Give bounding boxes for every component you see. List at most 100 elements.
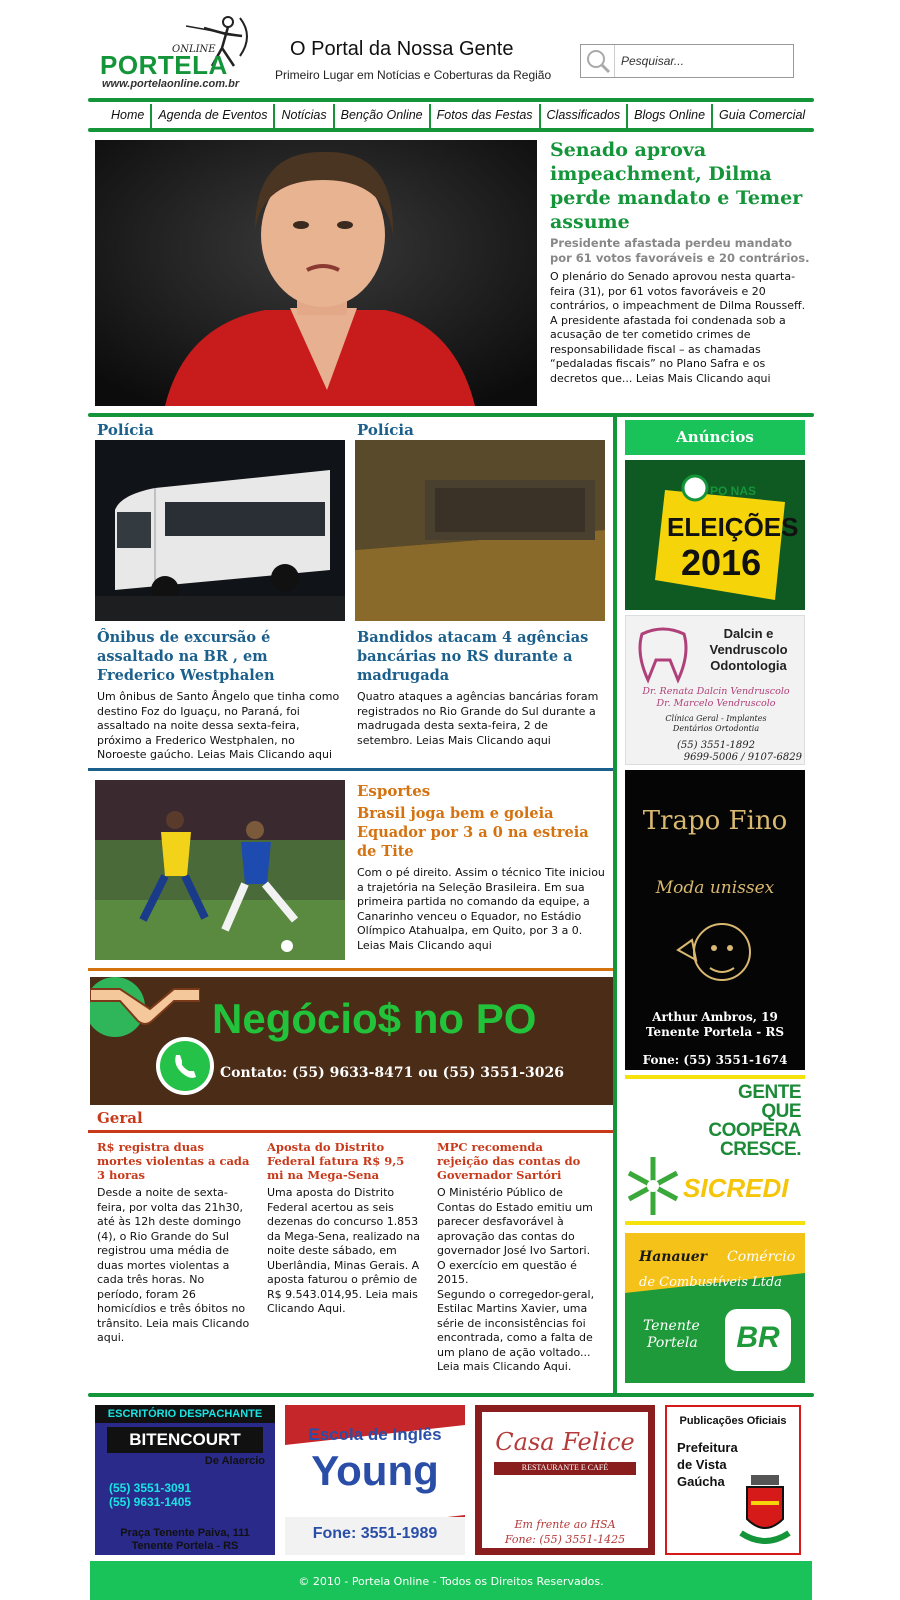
ad-trapo-tagline: Moda unissex xyxy=(655,878,775,898)
ad-trapo-fino[interactable]: Trapo Fino Moda unissex Arthur Ambros, 1… xyxy=(625,770,805,1070)
geral-3-title[interactable]: MPC recomenda rejeição das contas do Gov… xyxy=(437,1140,592,1182)
hero-body[interactable]: O plenário do Senado aprovou nesta quart… xyxy=(550,270,810,386)
search-box xyxy=(580,44,794,78)
ad-bitencourt-sub: De Alaercio xyxy=(204,1455,265,1467)
ad-bitencourt-top: ESCRITÓRIO DESPACHANTE xyxy=(95,1405,275,1423)
site-logo[interactable]: ONLINE PORTELA www.portelaonline.com.br xyxy=(100,14,260,94)
police-bottom-rule xyxy=(88,768,614,771)
ad-trapo-address1: Arthur Ambros, 19 xyxy=(652,1010,778,1024)
ad-fuel-line4: Tenente xyxy=(643,1318,700,1334)
ad-trapo-address2: Tenente Portela - RS xyxy=(645,1025,785,1039)
geral-1-title[interactable]: R$ registra duas mortes violentas a cada… xyxy=(97,1140,252,1182)
sicredi-sun-icon xyxy=(627,1157,679,1215)
ad-sicredi-brand: SICREDI xyxy=(683,1173,789,1203)
sports-body[interactable]: Com o pé direito. Assim o técnico Tite i… xyxy=(357,866,607,953)
ad-bitencourt-phone1: (55) 3551-3091 xyxy=(109,1481,192,1495)
nav-home[interactable]: Home xyxy=(105,104,153,128)
ad-fuel[interactable]: Hanauer Comércio de Combustíveis Ltda Te… xyxy=(625,1233,805,1383)
nav-bencao[interactable]: Benção Online xyxy=(335,104,431,128)
ad-prefeitura-line1: Prefeitura xyxy=(677,1440,738,1455)
ad-prefeitura-line3: Gaúcha xyxy=(677,1474,725,1489)
ad-casa-name: Casa Felice xyxy=(495,1428,635,1456)
ad-dental-name: Dalcin e Vendruscolo Odontologia xyxy=(709,626,788,673)
ad-casa-felice[interactable]: Casa Felice RESTAURANTE E CAFÉ Em frente… xyxy=(475,1405,655,1555)
ad-bitencourt-phone2: (55) 9631-1405 xyxy=(109,1495,192,1509)
ad-fuel-brand: BR xyxy=(725,1309,791,1371)
handshake-icon xyxy=(90,977,200,1037)
main-nav: Home Agenda de Eventos Notícias Benção O… xyxy=(105,104,811,128)
search-input[interactable] xyxy=(621,51,789,71)
ad-fuel-line1: Hanauer xyxy=(639,1249,708,1265)
section-geral[interactable]: Geral xyxy=(97,1109,143,1127)
ad-bitencourt[interactable]: ESCRITÓRIO DESPACHANTE BITENCOURT De Ala… xyxy=(95,1405,275,1555)
site-title: O Portal da Nossa Gente xyxy=(290,38,514,60)
business-contact: Contato: (55) 9633-8471 ou (55) 3551-302… xyxy=(220,1065,564,1081)
nav-fotos[interactable]: Fotos das Festas xyxy=(431,104,541,128)
ad-bitencourt-name: BITENCOURT xyxy=(107,1427,263,1453)
police-2-body[interactable]: Quatro ataques a agências bancárias fora… xyxy=(357,690,607,748)
ad-casa-sub: RESTAURANTE E CAFÉ xyxy=(494,1462,636,1475)
ad-elections-year: 2016 xyxy=(681,542,762,583)
section-policia-2[interactable]: Polícia xyxy=(357,421,414,439)
nav-agenda[interactable]: Agenda de Eventos xyxy=(152,104,276,128)
search-icon[interactable] xyxy=(581,45,615,77)
ad-dental-doctor2: Dr. Marcelo Vendruscolo xyxy=(656,698,776,709)
ad-trapo-phone: Fone: (55) 3551-1674 xyxy=(642,1053,788,1067)
ad-sicredi-slogan: GENTE QUE COOPERA CRESCE. xyxy=(625,1083,801,1159)
content-bottom-rule xyxy=(88,1393,814,1397)
hero-bottom-rule xyxy=(88,413,814,417)
ad-elections-top: PO NAS xyxy=(710,484,757,498)
ad-prefeitura[interactable]: Publicações Oficiais Prefeitura de Vista… xyxy=(665,1405,801,1555)
ad-sicredi-line2: QUE xyxy=(761,1101,801,1122)
sports-title[interactable]: Brasil joga bem e goleia Equador por 3 a… xyxy=(357,804,597,861)
geral-rule xyxy=(88,1130,614,1133)
ad-young[interactable]: Escola de Inglês Young Fone: 3551-1989 xyxy=(285,1405,465,1555)
logo-url: www.portelaonline.com.br xyxy=(102,78,240,90)
police-2-title[interactable]: Bandidos atacam 4 agências bancárias no … xyxy=(357,628,607,685)
nav-noticias[interactable]: Notícias xyxy=(275,104,335,128)
ad-prefeitura-text: Prefeitura de Vista Gaúcha xyxy=(677,1439,738,1490)
ad-bitencourt-addr1: Praça Tenente Paiva, 111 xyxy=(120,1527,250,1539)
ad-prefeitura-line2: de Vista xyxy=(677,1457,727,1472)
ad-dental-phone1: (55) 3551-1892 xyxy=(677,740,755,751)
ad-fuel-line2: Comércio xyxy=(727,1249,796,1265)
business-title: Negócio$ no PO xyxy=(212,995,537,1042)
business-banner[interactable]: Negócio$ no PO Contato: (55) 9633-8471 o… xyxy=(90,977,613,1105)
hero-photo[interactable] xyxy=(95,140,537,406)
ad-elections-mid: ELEIÇÕES xyxy=(667,512,799,542)
city-crest-icon xyxy=(739,1475,791,1544)
police-1-body[interactable]: Um ônibus de Santo Ângelo que tinha como… xyxy=(97,690,347,763)
ad-casa-phone: Fone: (55) 3551-1425 xyxy=(504,1533,626,1546)
logo-name: PORTELA xyxy=(100,50,228,80)
ad-dental-doctor1: Dr. Renata Dalcin Vendruscolo xyxy=(642,686,790,697)
tooth-icon xyxy=(638,627,688,684)
geral-1-body[interactable]: Desde a noite de sexta-feira, por volta … xyxy=(97,1186,252,1346)
police-1-title[interactable]: Ônibus de excursão é assaltado na BR , e… xyxy=(97,628,345,685)
football-photo[interactable] xyxy=(95,780,345,960)
column-divider xyxy=(613,415,617,1393)
hero-subtitle: Presidente afastada perdeu mandato por 6… xyxy=(550,236,810,265)
nav-bottom-rule xyxy=(88,128,814,132)
nav-guia[interactable]: Guia Comercial xyxy=(713,104,811,128)
whatsapp-icon xyxy=(156,1037,214,1095)
section-policia-1[interactable]: Polícia xyxy=(97,421,154,439)
geral-3-body[interactable]: O Ministério Público de Contas do Estado… xyxy=(437,1186,597,1375)
nav-classificados[interactable]: Classificados xyxy=(541,104,629,128)
ad-fuel-line3: de Combustíveis Ltda xyxy=(639,1275,782,1290)
ad-dental[interactable]: Dalcin e Vendruscolo Odontologia Dr. Ren… xyxy=(625,615,805,765)
ad-fuel-line5: Portela xyxy=(647,1335,698,1351)
ad-dental-services: Clínica Geral - Implantes Dentários Orto… xyxy=(665,714,767,733)
bank-photo[interactable] xyxy=(355,440,605,621)
geral-2-body[interactable]: Uma aposta do Distrito Federal acertou a… xyxy=(267,1186,422,1317)
ad-sicredi[interactable]: GENTE QUE COOPERA CRESCE. SICREDI xyxy=(625,1075,805,1225)
ad-trapo-name: Trapo Fino xyxy=(642,806,788,836)
bus-photo[interactable] xyxy=(95,440,345,621)
hero-headline[interactable]: Senado aprova impeachment, Dilma perde m… xyxy=(550,138,810,234)
geral-2-title[interactable]: Aposta do Distrito Federal fatura R$ 9,5… xyxy=(267,1140,422,1182)
ad-young-phone: Fone: 3551-1989 xyxy=(312,1525,438,1542)
ad-elections[interactable]: PO NAS ELEIÇÕES 2016 xyxy=(625,460,805,610)
nav-blogs[interactable]: Blogs Online xyxy=(628,104,714,128)
ad-prefeitura-top: Publicações Oficiais xyxy=(679,1415,787,1427)
section-esportes[interactable]: Esportes xyxy=(357,782,430,800)
ad-bitencourt-addr2: Tenente Portela - RS xyxy=(131,1540,239,1552)
